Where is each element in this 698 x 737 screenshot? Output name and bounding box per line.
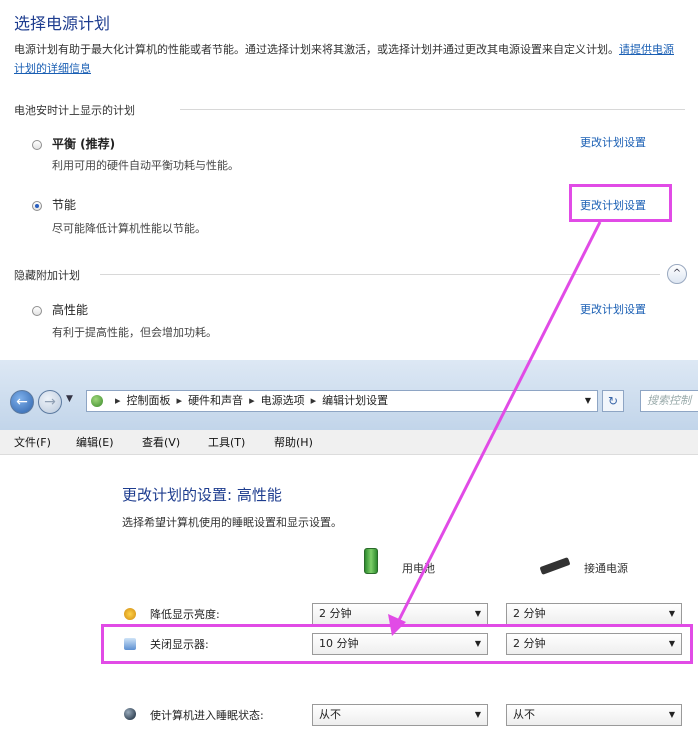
- annotation-arrow-head: [388, 614, 406, 636]
- annotation-arrow: [388, 221, 602, 636]
- annotation-arrow-line: [396, 221, 602, 623]
